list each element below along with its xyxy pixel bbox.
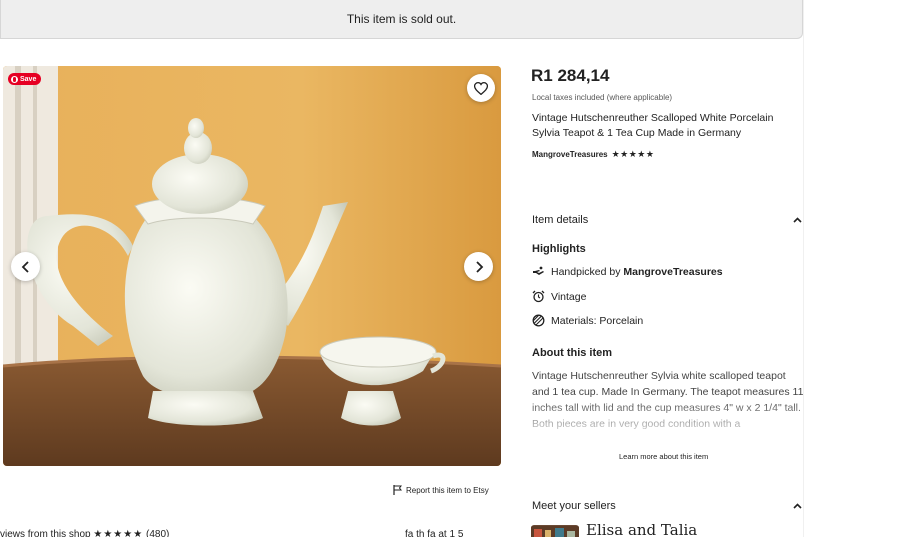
chevron-up-icon <box>793 503 802 509</box>
learn-more-link[interactable]: Learn more about this item <box>619 452 708 461</box>
seller-name: Elisa and Talia <box>586 521 698 537</box>
listing-photo[interactable] <box>3 66 501 466</box>
sold-out-banner: This item is sold out. <box>0 0 803 39</box>
highlight-1-shop-link[interactable]: MangroveTreasures <box>623 266 722 278</box>
price: R1 284,14 <box>531 66 610 85</box>
highlight-3-text: Materials: Porcelain <box>551 314 644 327</box>
alarm-clock-icon <box>532 290 545 303</box>
highlight-vintage: Vintage <box>532 290 586 303</box>
flag-icon <box>393 485 402 495</box>
highlight-1-text: Handpicked by <box>551 265 624 278</box>
tax-note: Local taxes included (where applicable) <box>532 93 673 102</box>
hand-icon <box>532 265 545 278</box>
shop-reviews-heading: views from this shop ★★★★★ (480) <box>0 529 169 537</box>
favorite-button[interactable] <box>467 74 495 102</box>
highlight-materials: Materials: Porcelain <box>532 314 643 327</box>
reviews-count: (480) <box>145 529 170 537</box>
chevron-left-icon <box>21 260 29 273</box>
item-details-heading: Item details <box>532 214 589 226</box>
sold-out-text: This item is sold out. <box>346 12 457 26</box>
highlights-heading: Highlights <box>532 243 586 255</box>
shop-row[interactable]: MangroveTreasures ★★★★★ <box>532 149 654 160</box>
previous-image-button[interactable] <box>11 252 40 281</box>
report-label: Report this item to Etsy <box>406 485 489 495</box>
meet-sellers-toggle[interactable]: Meet your sellers <box>532 500 802 512</box>
highlight-handpicked: Handpicked by MangroveTreasures <box>532 265 723 278</box>
about-heading: About this item <box>532 347 613 359</box>
reviews-text: views from this shop <box>0 529 91 537</box>
listing-title: Vintage Hutschenreuther Scalloped White … <box>532 112 774 139</box>
heart-icon <box>474 81 488 95</box>
item-details-toggle[interactable]: Item details <box>532 214 802 226</box>
report-item-link[interactable]: Report this item to Etsy <box>393 485 489 495</box>
chevron-right-icon <box>475 260 483 273</box>
pinterest-save-button[interactable]: Save <box>8 73 42 85</box>
meet-sellers-heading: Meet your sellers <box>532 500 616 512</box>
page-edge-divider <box>803 0 804 537</box>
reviews-stars: ★★★★★ <box>93 529 144 537</box>
chevron-up-icon <box>793 217 802 223</box>
reviews-sort-text: fa th fa at 1 5 <box>405 529 464 537</box>
seller-avatar <box>531 525 579 537</box>
highlight-2-text: Vintage <box>551 290 587 303</box>
pinterest-icon <box>11 75 18 83</box>
shop-rating-stars: ★★★★★ <box>611 149 655 159</box>
teapot-photo-image <box>3 66 501 466</box>
save-label: Save <box>20 75 37 83</box>
next-image-button[interactable] <box>464 252 493 281</box>
shop-name-link[interactable]: MangroveTreasures <box>532 150 608 159</box>
description-fade <box>532 398 804 440</box>
materials-icon <box>532 314 545 327</box>
